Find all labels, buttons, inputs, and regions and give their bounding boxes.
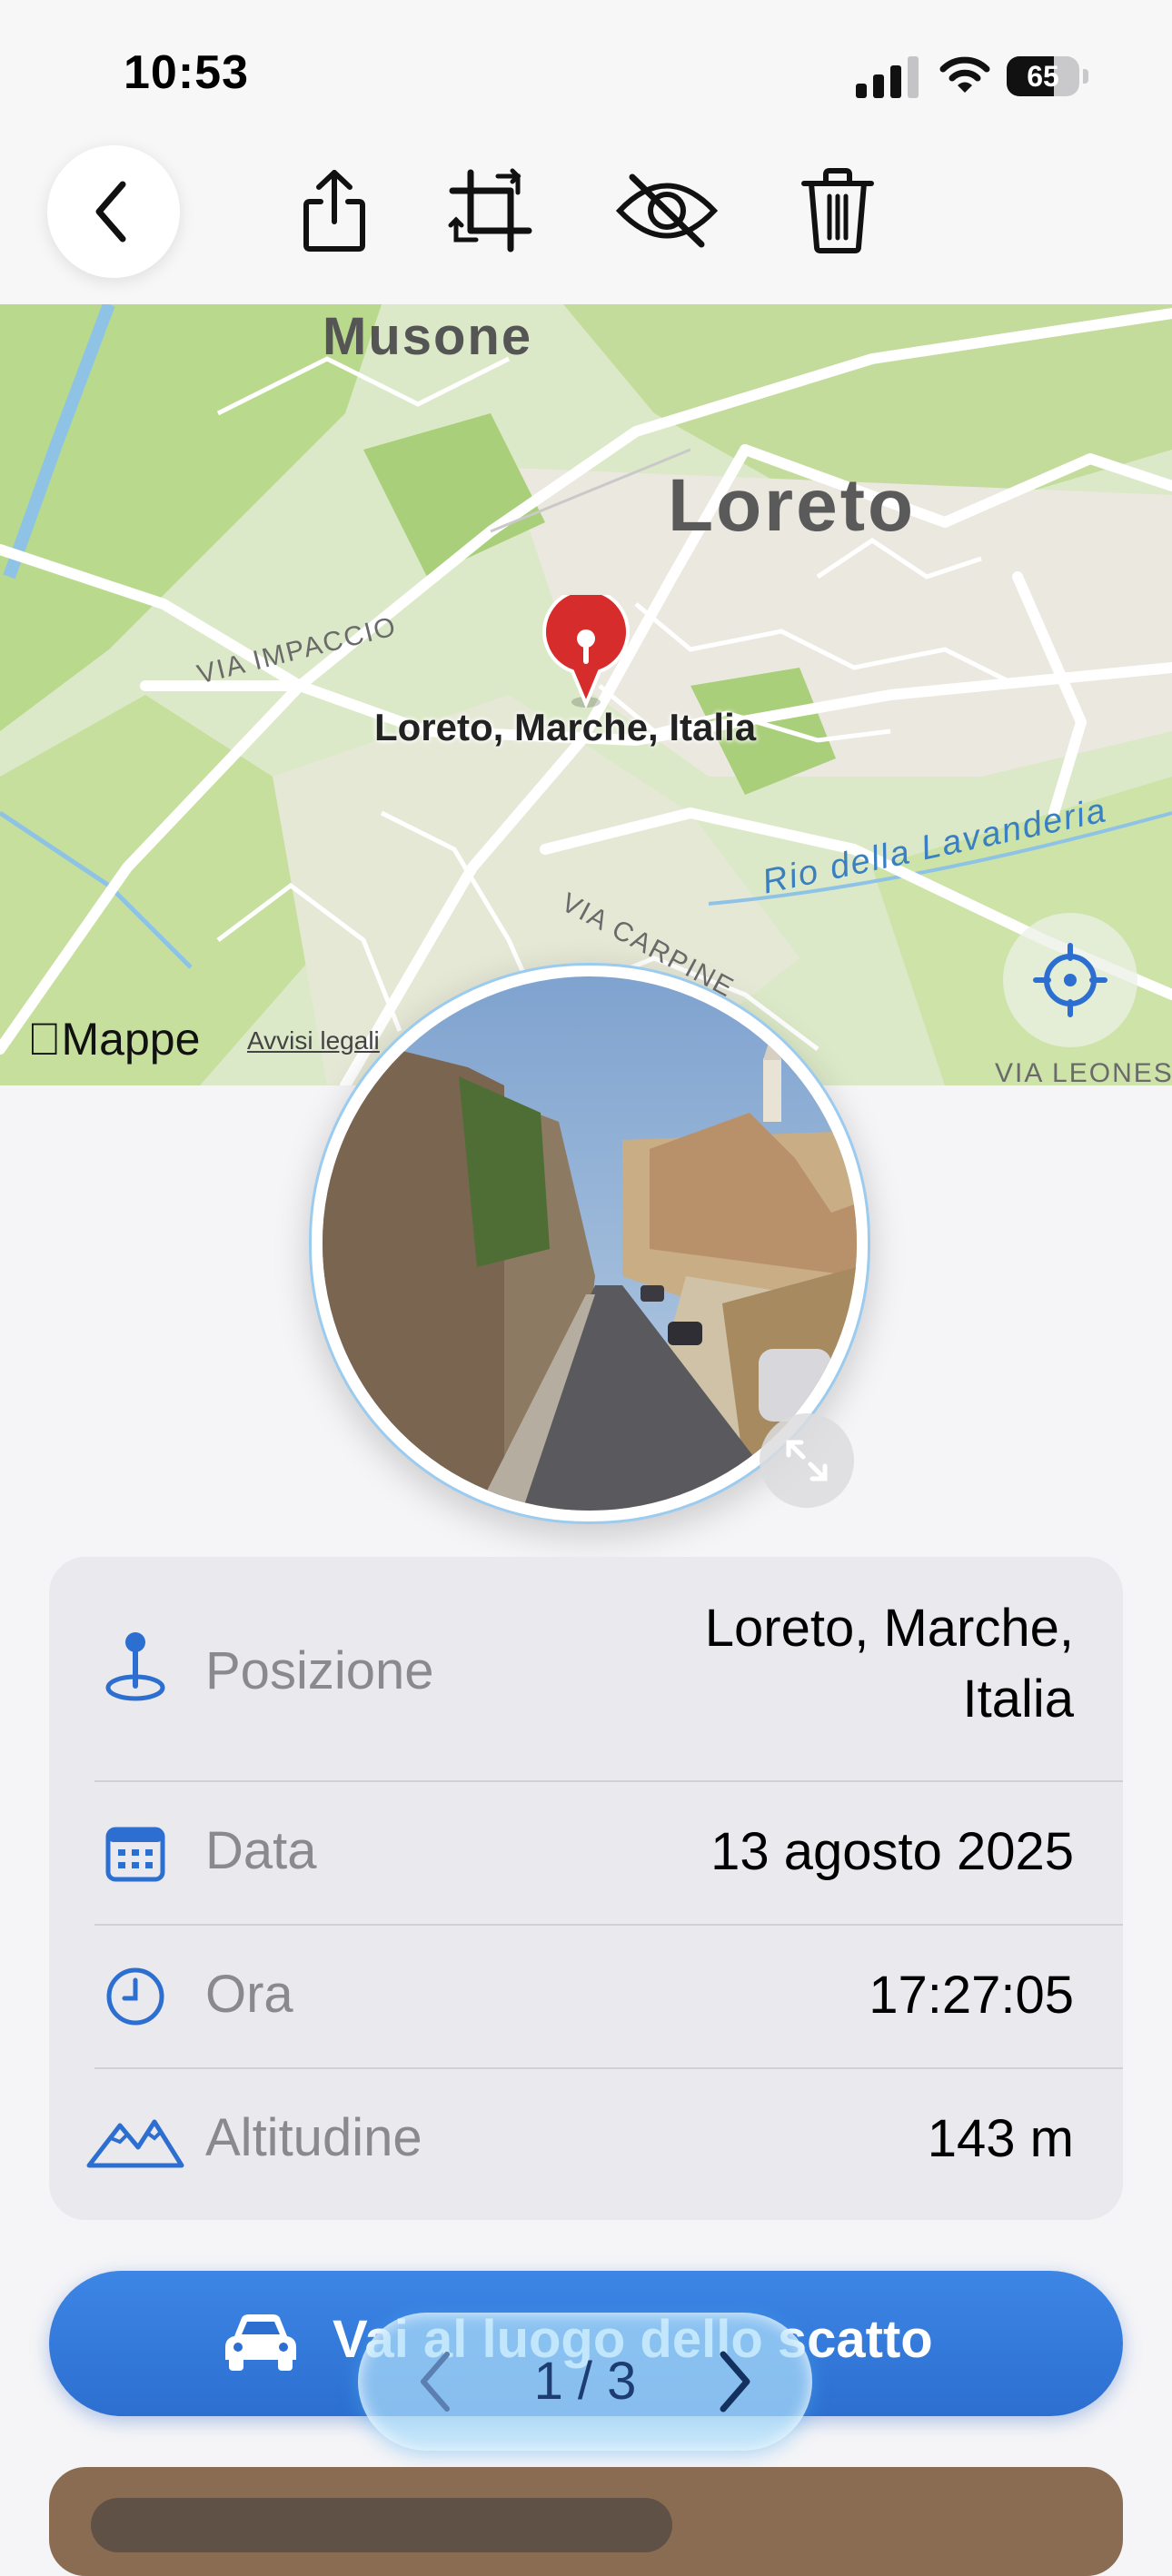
map-label-musone: Musone xyxy=(323,307,533,366)
next-photo-button[interactable] xyxy=(694,2340,776,2423)
photo-info-card: Posizione Loreto, Marche, Italia Data 13… xyxy=(49,1557,1123,2220)
info-row-position: Posizione Loreto, Marche, Italia xyxy=(49,1593,1123,1748)
crop-icon xyxy=(448,168,532,253)
clock-icon xyxy=(106,1967,164,2026)
status-time: 10:53 xyxy=(124,46,249,99)
next-photo-preview[interactable] xyxy=(49,2467,1123,2576)
locate-button[interactable] xyxy=(1003,913,1137,1047)
car-icon xyxy=(225,2314,296,2371)
time-value: 17:27:05 xyxy=(869,1966,1074,2025)
share-icon xyxy=(303,170,365,252)
location-pin-icon[interactable] xyxy=(536,595,636,713)
chevron-right-icon xyxy=(720,2351,750,2413)
mountain-icon xyxy=(86,2119,184,2168)
toolbar xyxy=(0,145,1172,304)
altitude-label: Altitudine xyxy=(205,2108,422,2167)
share-button[interactable] xyxy=(280,156,389,265)
status-bar: 10:53 65 xyxy=(0,0,1172,145)
chevron-left-icon xyxy=(95,181,126,243)
back-button[interactable] xyxy=(47,145,180,278)
maps-logo: Mappe xyxy=(27,1014,200,1065)
eye-slash-icon xyxy=(615,173,719,248)
altitude-value: 143 m xyxy=(927,2109,1074,2168)
expand-photo-button[interactable] xyxy=(760,1413,854,1508)
trash-icon xyxy=(801,168,874,253)
info-row-altitude: Altitudine 143 m xyxy=(49,2069,1123,2211)
map-pin-icon xyxy=(105,1632,165,1701)
info-row-time: Ora 17:27:05 xyxy=(49,1926,1123,2067)
battery-indicator: 65 xyxy=(1007,56,1088,96)
photo-pager: 1 / 3 xyxy=(358,2313,812,2451)
crosshair-icon xyxy=(1033,943,1107,1017)
calendar-icon xyxy=(105,1827,165,1882)
map-label-loreto: Loreto xyxy=(668,464,917,547)
apple-icon:  xyxy=(27,1014,62,1065)
expand-icon xyxy=(786,1440,828,1481)
preview-overlay xyxy=(91,2498,672,2552)
crop-button[interactable] xyxy=(436,156,545,265)
wifi-icon xyxy=(939,56,990,93)
time-label: Ora xyxy=(205,1965,293,2024)
position-value: Loreto, Marche, Italia xyxy=(704,1599,1074,1729)
info-row-date: Data 13 agosto 2025 xyxy=(49,1782,1123,1924)
hide-button[interactable] xyxy=(612,156,721,265)
position-label: Posizione xyxy=(205,1641,434,1700)
cellular-signal-icon xyxy=(856,56,919,98)
delete-button[interactable] xyxy=(783,156,892,265)
date-value: 13 agosto 2025 xyxy=(710,1822,1074,1881)
map-label-via-leonessa: VIA LEONES xyxy=(995,1058,1172,1085)
battery-level: 65 xyxy=(1027,60,1059,93)
date-label: Data xyxy=(205,1821,317,1880)
pin-label: Loreto, Marche, Italia xyxy=(374,706,757,748)
